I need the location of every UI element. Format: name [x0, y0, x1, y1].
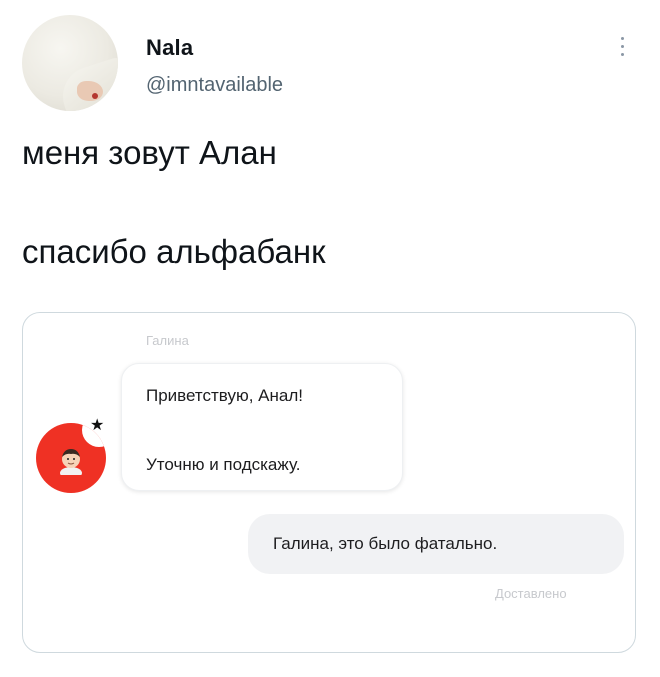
tweet-text-line: спасибо альфабанк: [22, 233, 326, 270]
chat-sender-name: Галина: [146, 333, 189, 348]
incoming-message-line: Уточню и подскажу.: [146, 455, 301, 474]
author-name[interactable]: Nala: [146, 35, 193, 61]
tweet: Nala @imntavailable меня зовут Алан спас…: [0, 0, 660, 677]
incoming-message-line: Приветствую, Анал!: [146, 386, 303, 405]
author-avatar[interactable]: [22, 15, 118, 111]
person-face-icon: [58, 447, 84, 475]
outgoing-message-text: Галина, это было фатально.: [273, 534, 498, 553]
avatar-photo-detail: [92, 93, 98, 99]
delivery-status: Доставлено: [495, 586, 567, 601]
author-handle[interactable]: @imntavailable: [146, 74, 283, 97]
star-badge-icon: ★: [90, 417, 105, 434]
tweet-text-line: меня зовут Алан: [22, 134, 277, 171]
avatar-photo-hand: [77, 81, 103, 101]
more-vertical-icon[interactable]: [617, 34, 627, 60]
